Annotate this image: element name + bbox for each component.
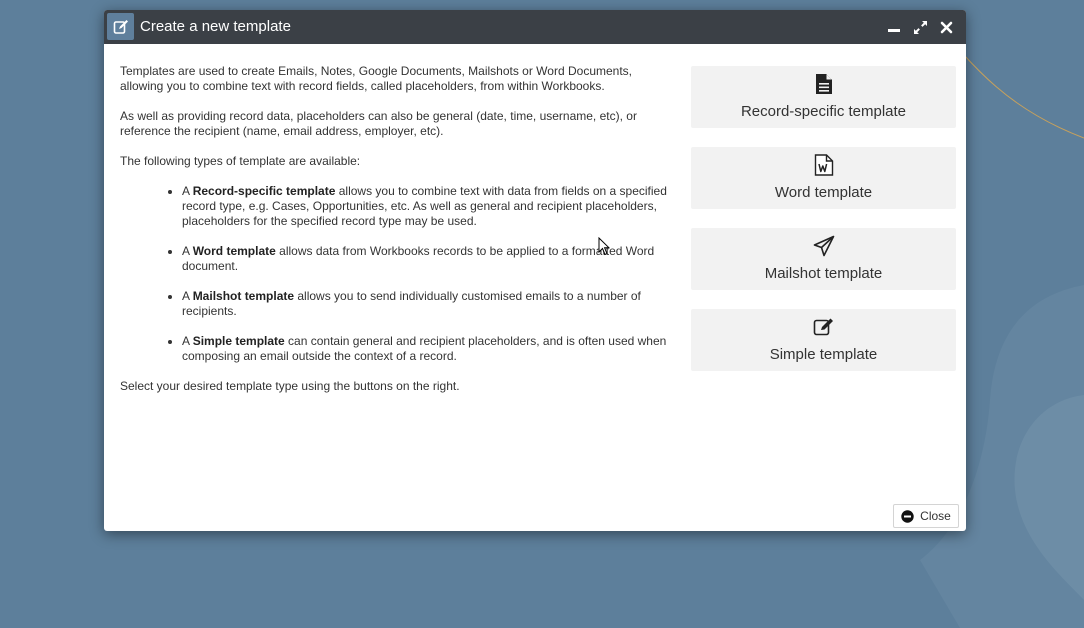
template-types-list: A Record-specific template allows you to… [120,184,676,364]
mailshot-template-button[interactable]: Mailshot template [691,228,956,290]
close-icon[interactable] [938,19,954,35]
list-item: A Simple template can contain general an… [182,334,676,364]
create-template-dialog: Create a new template Templates are used… [104,10,966,531]
type-name: Simple template [192,334,285,348]
edit-icon [107,13,134,40]
type-name: Record-specific template [192,184,336,198]
button-label: Mailshot template [764,265,883,282]
placeholder-paragraph: As well as providing record data, placeh… [120,109,637,138]
list-item: A Record-specific template allows you to… [182,184,676,229]
simple-template-button[interactable]: Simple template [691,309,956,371]
paper-plane-icon [691,235,956,257]
type-name: Mailshot template [192,289,295,303]
dialog-titlebar[interactable]: Create a new template [104,10,966,44]
instruction-text: Select your desired template type using … [120,379,460,393]
types-heading: The following types of template are avai… [120,154,361,168]
list-item: A Mailshot template allows you to send i… [182,289,676,319]
minus-circle-icon [901,509,914,523]
intro-paragraph: Templates are used to create Emails, Not… [120,64,632,93]
button-label: Record-specific template [740,103,907,120]
minimize-icon[interactable] [886,19,902,35]
button-label: Simple template [769,346,878,363]
word-template-button[interactable]: Word template [691,147,956,209]
edit-icon [691,316,956,338]
close-button[interactable]: Close [893,504,959,528]
record-specific-template-button[interactable]: Record-specific template [691,66,956,128]
expand-icon[interactable] [912,19,928,35]
mouse-cursor-icon [598,237,610,256]
close-button-label: Close [920,509,951,523]
document-icon [691,73,956,95]
type-name: Word template [192,244,276,258]
dialog-title: Create a new template [140,18,291,35]
button-label: Word template [774,184,873,201]
word-document-icon [691,154,956,176]
template-description: Templates are used to create Emails, Not… [120,64,676,409]
